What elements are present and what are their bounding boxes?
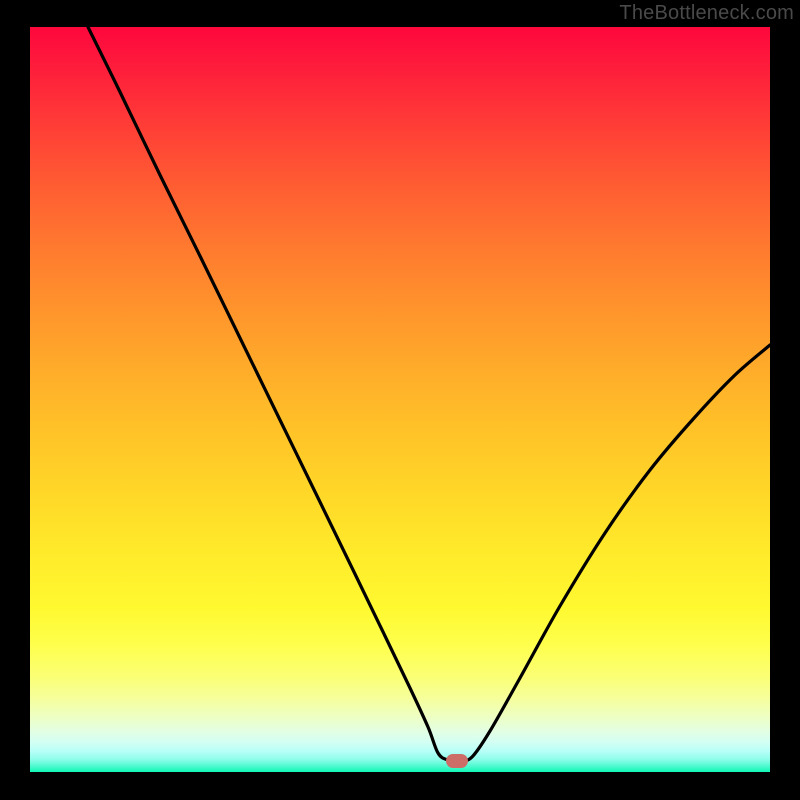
- chart-frame: TheBottleneck.com: [0, 0, 800, 800]
- optimum-marker: [446, 754, 468, 768]
- plot-area: [30, 27, 770, 772]
- curve-path: [88, 27, 770, 761]
- watermark-text: TheBottleneck.com: [619, 2, 794, 25]
- bottleneck-curve: [30, 27, 770, 772]
